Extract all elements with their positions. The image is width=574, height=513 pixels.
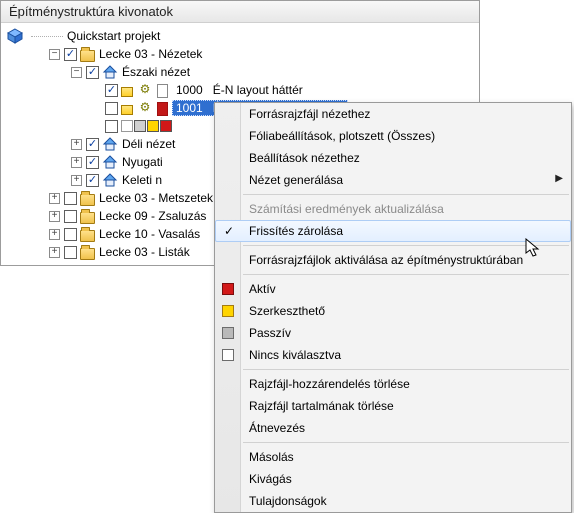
checkbox[interactable] <box>64 192 77 205</box>
doc-active-icon <box>157 102 168 116</box>
expand-icon[interactable]: + <box>49 211 60 222</box>
expand-icon[interactable]: + <box>49 193 60 204</box>
gear-icon: ⚙ <box>137 82 153 98</box>
tree-label: Lecke 03 - Nézetek <box>99 47 202 61</box>
menu-separator <box>243 194 569 195</box>
expand-icon[interactable]: + <box>49 247 60 258</box>
drawing-icon <box>121 105 133 115</box>
cube-icon <box>7 28 23 44</box>
menu-item-source-to-view[interactable]: Forrásrajzfájl nézethez <box>215 103 571 125</box>
root-label: Quickstart projekt <box>67 29 160 43</box>
tree-label: Lecke 10 - Vasalás <box>99 227 200 241</box>
folder-icon <box>80 248 95 260</box>
drawing-icon <box>121 87 133 97</box>
menu-item-rename[interactable]: Átnevezés <box>215 417 571 439</box>
tree-root[interactable]: Quickstart projekt <box>5 27 475 45</box>
tree-item[interactable]: − Északi nézet <box>5 63 475 81</box>
menu-separator <box>243 369 569 370</box>
tree-label: Északi nézet <box>122 65 190 79</box>
checkbox[interactable] <box>105 102 118 115</box>
tree-label: É-N layout háttér <box>213 83 303 97</box>
menu-item-delete-content[interactable]: Rajzfájl tartalmának törlése <box>215 395 571 417</box>
tree-label: Lecke 03 - Metszetek <box>99 191 213 205</box>
menu-item-status-editable[interactable]: Szerkeszthető <box>215 300 571 322</box>
menu-item-lock-update[interactable]: ✓Frissítés zárolása <box>215 220 571 242</box>
checkbox[interactable] <box>64 246 77 259</box>
expand-icon[interactable]: + <box>49 229 60 240</box>
menu-item-properties[interactable]: Tulajdonságok <box>215 490 571 512</box>
swatch-yellow[interactable] <box>147 120 159 132</box>
checkmark-icon: ✓ <box>222 224 236 238</box>
menu-item-layer-settings[interactable]: Fóliabeállítások, plotszett (Összes) <box>215 125 571 147</box>
menu-separator <box>243 245 569 246</box>
tree-label: Lecke 03 - Listák <box>99 245 190 259</box>
tree-item[interactable]: − Lecke 03 - Nézetek <box>5 45 475 63</box>
menu-separator <box>243 442 569 443</box>
status-editable-icon <box>222 305 234 317</box>
tree-label: Lecke 09 - Zsaluzás <box>99 209 206 223</box>
menu-item-activate-src[interactable]: Forrásrajzfájlok aktiválása az építménys… <box>215 249 571 271</box>
menu-item-view-settings[interactable]: Beállítások nézethez <box>215 147 571 169</box>
collapse-icon[interactable]: − <box>49 49 60 60</box>
context-menu: Forrásrajzfájl nézethez Fóliabeállítások… <box>214 102 572 513</box>
submenu-arrow-icon: ▶ <box>555 173 563 184</box>
checkbox[interactable] <box>64 48 77 61</box>
checkbox[interactable] <box>86 174 99 187</box>
folder-icon <box>80 194 95 206</box>
swatch-red[interactable] <box>160 120 172 132</box>
menu-item-status-none[interactable]: Nincs kiválasztva <box>215 344 571 366</box>
swatch-white[interactable] <box>121 120 133 132</box>
folder-icon <box>80 230 95 242</box>
house-icon <box>102 154 118 170</box>
checkbox[interactable] <box>64 228 77 241</box>
gear-icon: ⚙ <box>137 100 153 116</box>
status-passive-icon <box>222 327 234 339</box>
menu-item-copy[interactable]: Másolás <box>215 446 571 468</box>
checkbox[interactable] <box>64 210 77 223</box>
tree-label: Déli nézet <box>122 137 175 151</box>
swatch-grey[interactable] <box>134 120 146 132</box>
menu-item-update-calc: Számítási eredmények aktualizálása <box>215 198 571 220</box>
house-icon <box>102 64 118 80</box>
house-icon <box>102 172 118 188</box>
checkbox[interactable] <box>86 66 99 79</box>
item-number: 1001 <box>176 101 203 115</box>
folder-icon <box>80 50 95 62</box>
menu-item-status-passive[interactable]: Passzív <box>215 322 571 344</box>
menu-separator <box>243 274 569 275</box>
expand-icon[interactable]: + <box>71 157 82 168</box>
collapse-icon[interactable]: − <box>71 67 82 78</box>
doc-icon <box>157 84 168 98</box>
item-number: 1000 <box>176 83 203 97</box>
tree-label: Nyugati <box>122 155 163 169</box>
menu-item-delete-assignment[interactable]: Rajzfájl-hozzárendelés törlése <box>215 373 571 395</box>
expand-icon[interactable]: + <box>71 175 82 186</box>
panel-title: Építménystruktúra kivonatok <box>1 1 479 23</box>
status-none-icon <box>222 349 234 361</box>
tree-item-1000[interactable]: ⚙ 1000 É-N layout háttér <box>5 81 475 99</box>
house-icon <box>102 136 118 152</box>
expand-icon[interactable]: + <box>71 139 82 150</box>
menu-item-status-active[interactable]: Aktív <box>215 278 571 300</box>
checkbox[interactable] <box>86 138 99 151</box>
status-active-icon <box>222 283 234 295</box>
folder-icon <box>80 212 95 224</box>
checkbox[interactable] <box>86 156 99 169</box>
menu-item-cut[interactable]: Kivágás <box>215 468 571 490</box>
tree-label: Keleti n <box>122 173 162 187</box>
checkbox[interactable] <box>105 84 118 97</box>
checkbox[interactable] <box>105 120 118 133</box>
menu-item-generate-view[interactable]: Nézet generálása▶ <box>215 169 571 191</box>
